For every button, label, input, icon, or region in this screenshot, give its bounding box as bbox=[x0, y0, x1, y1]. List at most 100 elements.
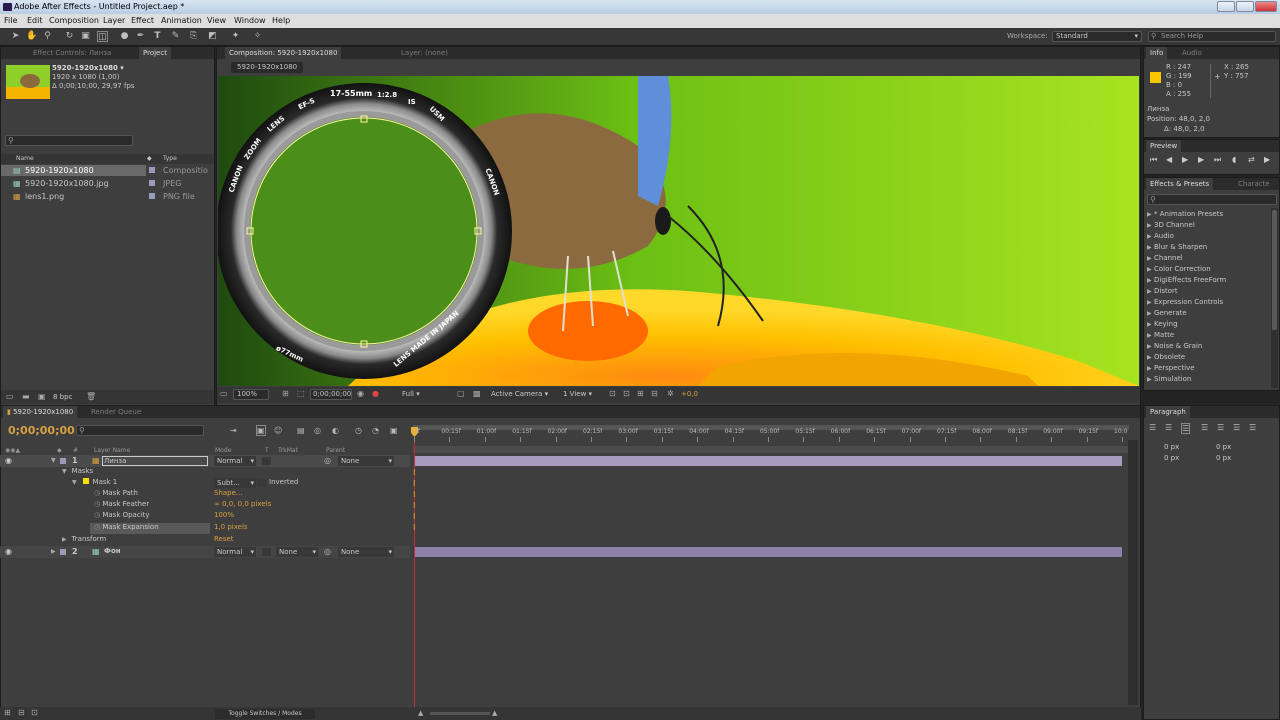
resolution-select[interactable]: Full ▾ bbox=[402, 389, 452, 400]
mask-1-row[interactable]: ▼ Mask 1 bbox=[72, 478, 117, 486]
trash-icon[interactable]: 🗑 bbox=[86, 392, 96, 401]
indent-right-field[interactable]: 0 px bbox=[1216, 443, 1231, 451]
pan-behind-tool-icon[interactable]: ◫ bbox=[97, 31, 108, 42]
tab-paragraph[interactable]: Paragraph bbox=[1146, 406, 1190, 418]
tab-effects-presets[interactable]: Effects & Presets bbox=[1146, 178, 1214, 190]
zoom-in-icon[interactable]: ▲ bbox=[492, 709, 497, 717]
effects-category[interactable]: ▶ Color Correction bbox=[1144, 264, 1269, 275]
exposure-value[interactable]: +0,0 bbox=[681, 390, 698, 398]
pick-whip-icon[interactable]: ◎ bbox=[324, 456, 331, 465]
type-tool-icon[interactable]: T bbox=[152, 31, 163, 42]
effects-category[interactable]: ▶ Noise & Grain bbox=[1144, 341, 1269, 352]
views-select[interactable]: 1 View ▾ bbox=[560, 389, 605, 400]
timeline-search-input[interactable]: ⚲ bbox=[76, 425, 204, 436]
menu-composition[interactable]: Composition bbox=[49, 14, 99, 28]
tab-project[interactable]: Project bbox=[139, 47, 171, 59]
blend-mode-select[interactable]: Normal ▾ bbox=[214, 456, 256, 466]
layer-2-duration-bar[interactable] bbox=[415, 547, 1122, 557]
camera-select[interactable]: Active Camera ▾ bbox=[487, 389, 557, 400]
menu-view[interactable]: View bbox=[207, 14, 226, 28]
align-center-icon[interactable]: ☰ bbox=[1165, 423, 1172, 432]
next-frame-icon[interactable]: ▶ bbox=[1198, 155, 1204, 164]
effects-category[interactable]: ▶ * Animation Presets bbox=[1144, 209, 1269, 220]
fast-previews-icon[interactable]: ⊡ bbox=[623, 389, 630, 398]
space-before-field[interactable]: 0 px bbox=[1216, 454, 1231, 462]
effects-search-input[interactable]: ⚲ bbox=[1147, 194, 1277, 205]
effects-category[interactable]: ▶ Simulation bbox=[1144, 374, 1269, 385]
label-swatch[interactable] bbox=[60, 458, 66, 464]
minimize-button[interactable] bbox=[1217, 1, 1235, 12]
tab-render-queue[interactable]: Render Queue bbox=[87, 406, 145, 418]
audio-icon[interactable]: ◖ bbox=[1232, 155, 1236, 164]
layer-name[interactable]: Фон bbox=[104, 547, 121, 555]
visibility-eye-icon[interactable]: ◉ bbox=[5, 456, 12, 465]
effects-category[interactable]: ▶ Expression Controls bbox=[1144, 297, 1269, 308]
keyframe-marker[interactable]: I bbox=[413, 489, 417, 500]
first-frame-icon[interactable]: ⏮ bbox=[1150, 155, 1157, 165]
close-window-button[interactable] bbox=[1255, 1, 1277, 12]
mask-opacity-value[interactable]: 100% bbox=[214, 511, 234, 519]
in-out-icon[interactable]: ⊡ bbox=[31, 708, 38, 717]
link-icon[interactable]: ∞ bbox=[214, 500, 222, 508]
timeline-scrollbar[interactable] bbox=[1128, 440, 1138, 705]
clone-stamp-tool-icon[interactable]: ⎘ bbox=[188, 31, 199, 42]
effects-category[interactable]: ▶ Blur & Sharpen bbox=[1144, 242, 1269, 253]
eraser-tool-icon[interactable]: ◩ bbox=[207, 31, 218, 42]
zoom-select[interactable]: 100% bbox=[233, 389, 269, 400]
inverted-checkbox[interactable] bbox=[258, 479, 266, 487]
name-column-header[interactable]: Name bbox=[16, 154, 34, 164]
track-matte-select[interactable]: None ▾ bbox=[276, 547, 318, 557]
menu-help[interactable]: Help bbox=[272, 14, 290, 28]
pick-whip-icon[interactable]: ◎ bbox=[324, 547, 331, 556]
reset-exposure-icon[interactable]: ✲ bbox=[667, 389, 674, 398]
toggle-pixel-aspect-icon[interactable]: ⊡ bbox=[609, 389, 616, 398]
scrollbar-thumb[interactable] bbox=[1272, 210, 1277, 330]
transfer-controls-icon[interactable]: ⊟ bbox=[18, 708, 25, 717]
visibility-eye-icon[interactable]: ◉ bbox=[5, 547, 12, 556]
mask-path-value[interactable]: Shape... bbox=[214, 489, 243, 497]
auto-keyframe-icon[interactable]: ◷ bbox=[355, 426, 362, 435]
mask-feather-property[interactable]: ◷ Mask Feather bbox=[94, 500, 149, 508]
zoom-out-icon[interactable]: ▲ bbox=[418, 709, 423, 717]
mask-color-swatch[interactable] bbox=[82, 478, 89, 484]
menu-window[interactable]: Window bbox=[234, 14, 266, 28]
maximize-button[interactable] bbox=[1236, 1, 1254, 12]
selection-tool-icon[interactable]: ➤ bbox=[10, 31, 21, 42]
align-right-icon[interactable]: ☰ bbox=[1181, 423, 1191, 434]
ellipse-mask-tool-icon[interactable]: ● bbox=[119, 31, 130, 42]
keyframe-marker[interactable]: I bbox=[413, 511, 417, 522]
toggle-switches-modes-button[interactable]: Toggle Switches / Modes bbox=[215, 709, 315, 719]
new-composition-icon[interactable]: ▣ bbox=[38, 392, 46, 401]
puppet-pin-tool-icon[interactable]: ✧ bbox=[252, 31, 263, 42]
menu-layer[interactable]: Layer bbox=[103, 14, 125, 28]
camera-tool-icon[interactable]: ▣ bbox=[80, 31, 91, 42]
expand-triangle-icon[interactable]: ▼ bbox=[51, 457, 56, 464]
ram-preview-icon[interactable]: ▶ bbox=[1264, 155, 1270, 164]
region-of-interest-icon[interactable]: ▢ bbox=[457, 389, 465, 398]
effects-category[interactable]: ▶ 3D Channel bbox=[1144, 220, 1269, 231]
last-frame-icon[interactable]: ⏭ bbox=[1214, 155, 1221, 165]
timeline-timecode[interactable]: 0;00;00;00 bbox=[8, 424, 75, 437]
bit-depth-button[interactable]: 8 bpc bbox=[53, 393, 72, 401]
timeline-zoom-slider[interactable] bbox=[430, 712, 490, 715]
mask-visibility-icon[interactable]: ⬚ bbox=[297, 389, 305, 398]
brainstorm-icon[interactable]: ◐ bbox=[332, 426, 339, 435]
effects-category[interactable]: ▶ DigiEffects FreeForm bbox=[1144, 275, 1269, 286]
transparency-grid-icon[interactable]: ▩ bbox=[473, 389, 481, 398]
frame-blending-icon[interactable]: ▤ bbox=[297, 426, 305, 435]
project-item-row[interactable]: ▤ 5920-1920x1080 Compositio bbox=[1, 165, 214, 176]
always-preview-icon[interactable]: ▭ bbox=[220, 389, 228, 398]
draft-3d-icon[interactable]: ▣ bbox=[256, 425, 266, 436]
flowchart-icon[interactable]: ⊟ bbox=[651, 389, 658, 398]
play-icon[interactable]: ▶ bbox=[1182, 155, 1188, 164]
mask-mode-select[interactable]: Subt... ▾ bbox=[214, 478, 256, 488]
grid-icon[interactable]: ⊞ bbox=[282, 389, 289, 398]
effects-category[interactable]: ▶ Generate bbox=[1144, 308, 1269, 319]
composition-viewer[interactable] bbox=[218, 76, 1139, 386]
graph-editor-icon[interactable]: ◔ bbox=[372, 426, 379, 435]
blend-mode-select[interactable]: Normal ▾ bbox=[214, 547, 256, 557]
search-help-input[interactable]: ⚲ Search Help bbox=[1148, 31, 1276, 42]
live-update-icon[interactable]: ▣ bbox=[390, 426, 398, 435]
preserve-transparency-toggle[interactable] bbox=[262, 457, 271, 465]
label-swatch[interactable] bbox=[60, 549, 66, 555]
